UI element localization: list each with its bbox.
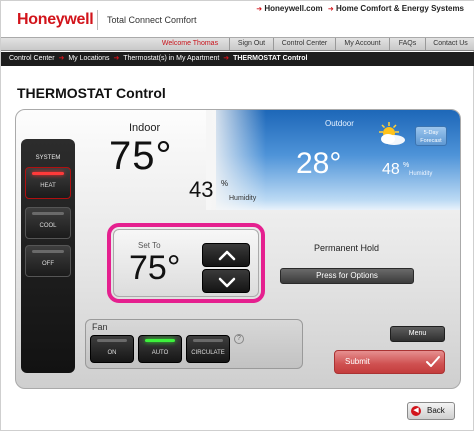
indoor-label: Indoor xyxy=(129,122,161,134)
mode-heat-label: HEAT xyxy=(40,183,56,189)
five-day-forecast-button[interactable]: 5-Day Forecast xyxy=(415,126,447,146)
fan-circulate-led-indicator xyxy=(193,339,223,342)
heat-led-indicator xyxy=(32,172,64,175)
fan-on-label: ON xyxy=(107,350,117,356)
fan-label: Fan xyxy=(92,322,108,332)
outdoor-humidity-value: 48 xyxy=(382,161,400,178)
back-arrow-icon: ◀ xyxy=(411,406,421,416)
indoor-humidity-label: Humidity xyxy=(229,195,257,202)
mode-heat-button[interactable]: HEAT xyxy=(25,167,71,199)
hold-status-label: Permanent Hold xyxy=(314,243,380,253)
nav-sign-out[interactable]: Sign Out xyxy=(229,38,273,50)
crumb-arrow-icon: ➜ xyxy=(113,55,120,62)
header: Honeywell Total Connect Comfort ➜ Honeyw… xyxy=(1,1,474,37)
product-name: Total Connect Comfort xyxy=(107,15,197,25)
crumb-arrow-icon: ➜ xyxy=(223,55,230,62)
nav-control-center[interactable]: Control Center xyxy=(273,38,335,50)
forecast-line1: 5-Day xyxy=(423,130,439,136)
submit-label: Submit xyxy=(345,357,370,366)
checkmark-icon xyxy=(426,356,440,367)
outdoor-humidity-unit: % xyxy=(403,162,410,169)
nav-faqs[interactable]: FAQs xyxy=(389,38,425,50)
nav-my-account[interactable]: My Account xyxy=(335,38,389,50)
cool-led-indicator xyxy=(32,212,64,215)
home-comfort-link[interactable]: Home Comfort & Energy Systems xyxy=(336,4,464,13)
fan-on-led-indicator xyxy=(97,339,127,342)
fan-help-icon[interactable]: ? xyxy=(234,334,244,344)
forecast-line2: Forecast xyxy=(420,138,442,144)
outdoor-humidity-label: Humidity xyxy=(409,171,433,177)
page-title: THERMOSTAT Control xyxy=(17,85,166,101)
outdoor-temperature: 28° xyxy=(296,147,342,180)
link-arrow-icon: ➜ xyxy=(327,6,334,13)
thermostat-page: Honeywell Total Connect Comfort ➜ Honeyw… xyxy=(0,0,474,431)
fan-auto-label: AUTO xyxy=(151,350,169,356)
outdoor-label: Outdoor xyxy=(325,119,354,128)
mode-cool-label: COOL xyxy=(39,223,57,229)
fan-on-button[interactable]: ON xyxy=(90,335,134,363)
annotation-highlight xyxy=(107,223,265,303)
mode-off-label: OFF xyxy=(42,261,54,267)
external-links: ➜ Honeywell.com ➜ Home Comfort & Energy … xyxy=(256,4,467,13)
crumb-current: THERMOSTAT Control xyxy=(233,55,308,62)
fan-circulate-label: CIRCULATE xyxy=(191,350,225,356)
hold-options-button[interactable]: Press for Options xyxy=(280,268,414,284)
partly-sunny-icon xyxy=(379,122,405,145)
honeywell-com-link[interactable]: Honeywell.com xyxy=(264,4,322,13)
nav-bar: Welcome Thomas Sign Out Control Center M… xyxy=(1,37,474,51)
system-label: SYSTEM xyxy=(35,155,61,161)
menu-button[interactable]: Menu xyxy=(390,326,445,342)
header-divider xyxy=(97,10,98,30)
crumb-control-center[interactable]: Control Center xyxy=(9,55,55,62)
indoor-humidity-unit: % xyxy=(221,179,229,188)
crumb-arrow-icon: ➜ xyxy=(58,55,65,62)
breadcrumb: Control Center ➜ My Locations ➜ Thermost… xyxy=(1,52,474,66)
mode-off-button[interactable]: OFF xyxy=(25,245,71,277)
nav-contact-us[interactable]: Contact Us xyxy=(425,38,474,50)
fan-auto-button[interactable]: AUTO xyxy=(138,335,182,363)
mode-cool-button[interactable]: COOL xyxy=(25,207,71,239)
link-arrow-icon: ➜ xyxy=(256,6,263,13)
indoor-temperature: 75° xyxy=(109,134,173,178)
fan-circulate-button[interactable]: CIRCULATE xyxy=(186,335,230,363)
off-led-indicator xyxy=(32,250,64,253)
fan-auto-led-indicator xyxy=(145,339,175,342)
welcome-user: Welcome Thomas xyxy=(161,40,219,47)
indoor-humidity-value: 43 xyxy=(189,177,214,202)
crumb-thermostats[interactable]: Thermostat(s) in My Apartment xyxy=(123,55,219,62)
honeywell-logo[interactable]: Honeywell xyxy=(17,11,94,29)
crumb-my-locations[interactable]: My Locations xyxy=(68,55,109,62)
